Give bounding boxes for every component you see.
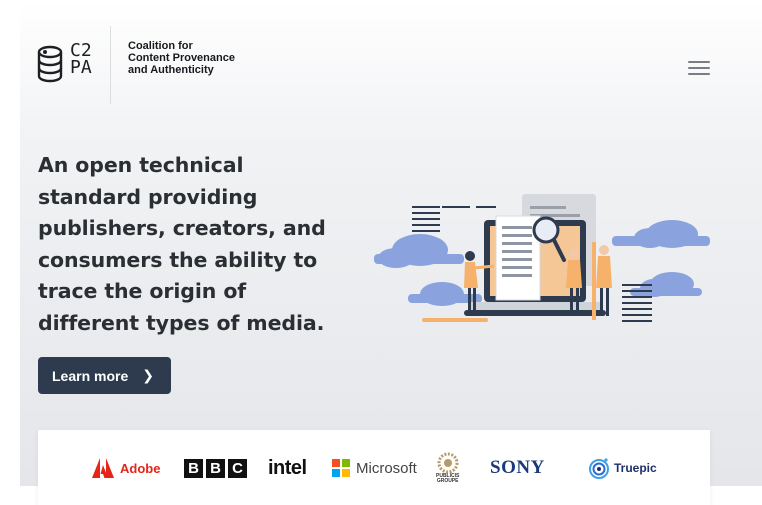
partner-publicis[interactable]: PUBLICIS GROUPE — [436, 448, 459, 488]
hero-illustration — [374, 194, 710, 322]
partner-truepic[interactable]: Truepic — [588, 456, 657, 480]
adobe-label: Adobe — [120, 460, 161, 476]
cloud-left — [374, 234, 464, 268]
truepic-label: Truepic — [614, 461, 657, 475]
learn-more-label: Learn more — [52, 367, 129, 384]
headline-line: trace the origin of — [38, 279, 247, 303]
bbc-letter: B — [184, 458, 203, 478]
org-name-line-1: Coalition for — [128, 40, 193, 52]
headline-line: different types of media. — [38, 310, 325, 335]
partner-microsoft[interactable]: Microsoft — [332, 456, 417, 480]
partner-intel[interactable]: intel — [268, 456, 307, 480]
headline-line: consumers the ability to — [38, 247, 318, 272]
learn-more-button[interactable]: Learn more ❯ — [38, 357, 171, 394]
hamburger-menu-icon[interactable] — [688, 59, 710, 77]
org-name-line-2: Content Provenance — [128, 52, 235, 64]
page: C2 PA Coalition for Content Provenance a… — [0, 0, 762, 505]
chevron-right-icon: ❯ — [142, 367, 154, 383]
truepic-logo-icon — [589, 458, 609, 479]
org-name-line-3: and Authenticity — [128, 64, 214, 76]
cloud-right-top — [612, 220, 710, 248]
partner-bbc[interactable]: B B C — [184, 456, 250, 480]
logo-wordmark: C2 PA — [70, 42, 92, 78]
intel-label: intel — [268, 456, 307, 479]
stripes-left — [412, 206, 496, 232]
bbc-letter: B — [206, 458, 225, 478]
partner-sony[interactable]: SONY — [490, 456, 545, 480]
menu-bar — [688, 67, 710, 69]
sony-label: SONY — [490, 457, 545, 478]
partner-adobe[interactable]: Adobe — [92, 456, 160, 480]
menu-bar — [688, 73, 710, 75]
logo-line-2: PA — [70, 57, 92, 78]
hero-headline: An open technical standard providing pub… — [38, 150, 338, 339]
publicis-line-2: GROUPE — [436, 478, 459, 484]
header-divider — [110, 26, 111, 104]
headline-line: standard providing — [38, 184, 258, 209]
headline-line: An open technical — [38, 153, 244, 177]
microsoft-label: Microsoft — [356, 459, 417, 477]
publicis-lion-icon — [437, 452, 459, 473]
org-name[interactable]: Coalition for Content Provenance and Aut… — [128, 40, 288, 76]
c2pa-logo[interactable]: C2 PA — [36, 38, 92, 94]
partner-logos-bar: Adobe B B C intel Microsoft PUBLICIS GRO… — [38, 430, 710, 505]
adobe-logo-icon — [92, 458, 114, 478]
menu-bar — [688, 61, 710, 63]
bbc-letter: C — [228, 458, 247, 478]
c2pa-logo-icon — [37, 45, 63, 83]
microsoft-logo-icon — [332, 459, 350, 477]
headline-line: publishers, creators, and — [38, 216, 326, 240]
